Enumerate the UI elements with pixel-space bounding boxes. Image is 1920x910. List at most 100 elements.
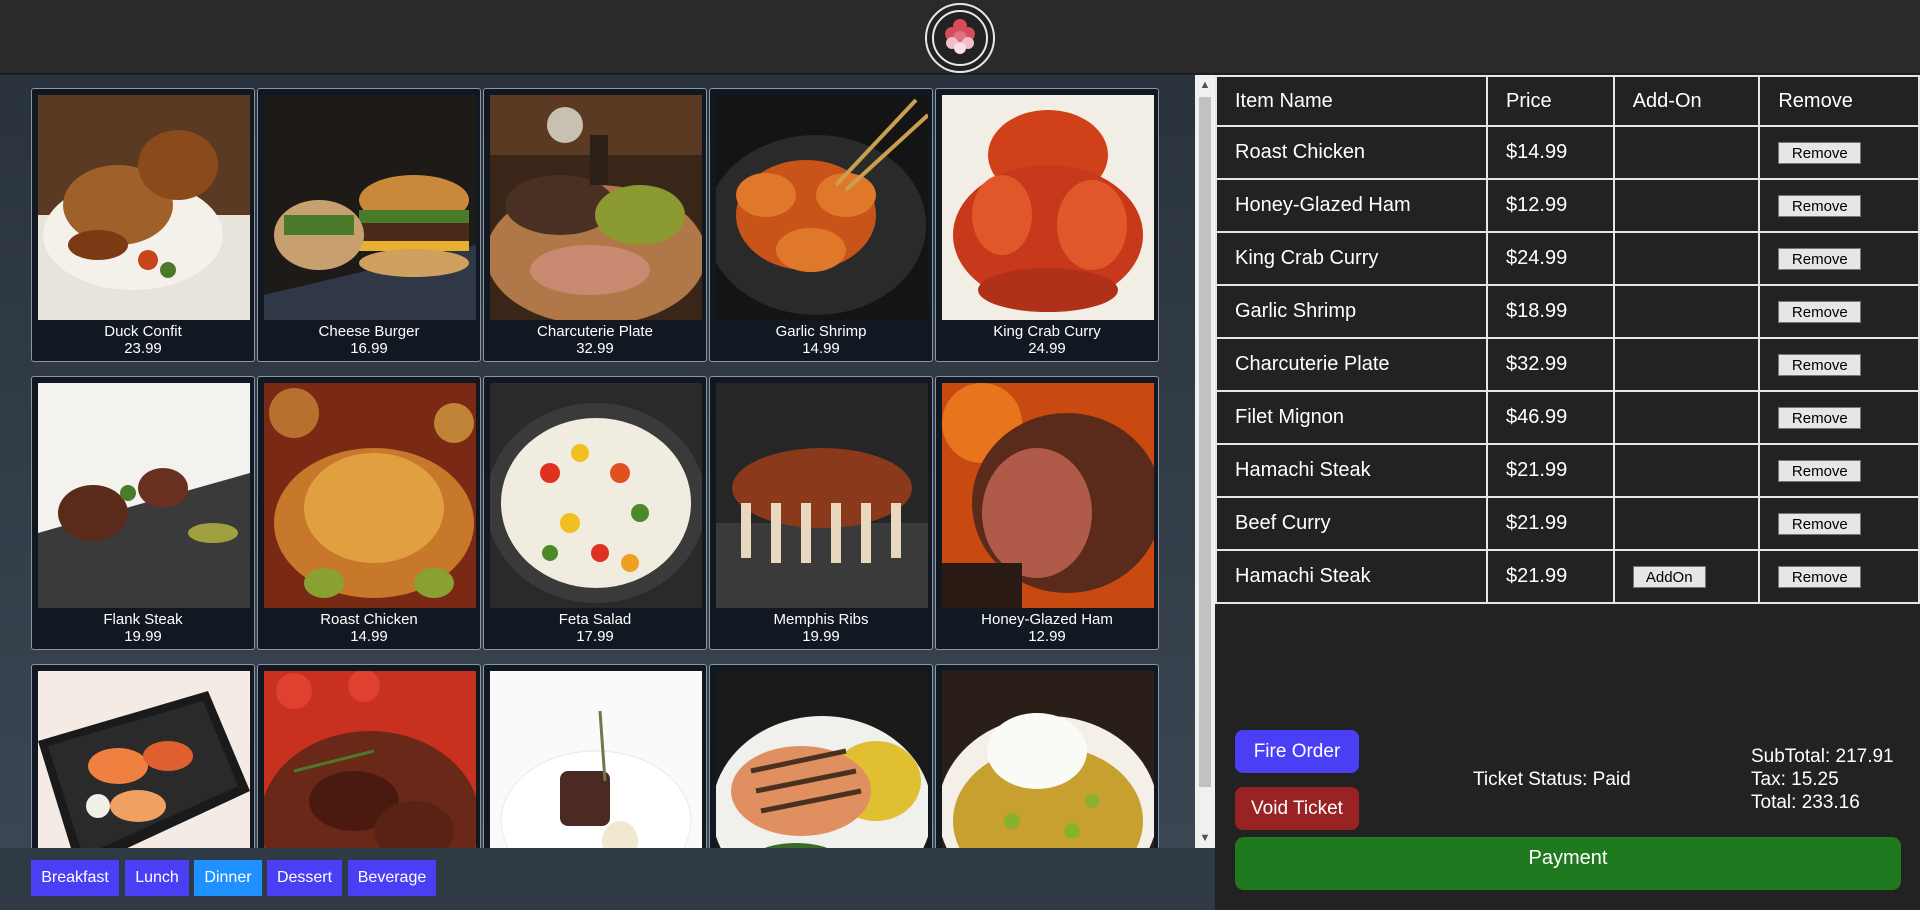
menu-item-price: 14.99 xyxy=(350,628,388,645)
header-addon: Add-On xyxy=(1612,75,1761,127)
menu-item-name: Charcuterie Plate xyxy=(537,323,653,340)
ticket-totals: SubTotal: 217.91 Tax: 15.25 Total: 233.1… xyxy=(1751,745,1894,814)
order-item-addon xyxy=(1612,496,1761,551)
rice-curry-photo xyxy=(942,671,1154,848)
menu-item-price: 32.99 xyxy=(576,340,614,357)
order-item-price: $46.99 xyxy=(1486,390,1615,445)
scroll-down-icon[interactable]: ▼ xyxy=(1195,828,1215,848)
menu-item-name: Cheese Burger xyxy=(318,323,420,340)
fire-order-button[interactable]: Fire Order xyxy=(1235,730,1359,773)
king-crab-curry-photo xyxy=(942,95,1154,320)
remove-button[interactable]: Remove xyxy=(1778,513,1862,536)
honey-glazed-ham-photo xyxy=(942,383,1154,608)
remove-button[interactable]: Remove xyxy=(1778,407,1862,430)
category-breakfast-button[interactable]: Breakfast xyxy=(31,860,119,896)
order-item-price: $18.99 xyxy=(1486,284,1615,339)
memphis-ribs-photo xyxy=(716,383,928,608)
order-item-name: Beef Curry xyxy=(1214,496,1489,551)
order-row: Hamachi Steak $21.99 AddOn Remove xyxy=(1214,549,1920,604)
menu-item-price: 14.99 xyxy=(802,340,840,357)
menu-item-card[interactable]: King Crab Curry 24.99 xyxy=(935,88,1159,362)
menu-item-price: 19.99 xyxy=(124,628,162,645)
menu-item-card[interactable] xyxy=(257,664,481,848)
menu-item-card[interactable] xyxy=(935,664,1159,848)
payment-button[interactable]: Payment xyxy=(1235,837,1901,890)
category-dessert-button[interactable]: Dessert xyxy=(267,860,342,896)
order-item-addon xyxy=(1612,125,1761,180)
menu-item-card[interactable]: Garlic Shrimp 14.99 xyxy=(709,88,933,362)
order-row: Charcuterie Plate $32.99 Remove xyxy=(1214,337,1920,392)
menu-item-card[interactable]: Memphis Ribs 19.99 xyxy=(709,376,933,650)
remove-button[interactable]: Remove xyxy=(1778,566,1862,589)
order-item-price: $21.99 xyxy=(1486,443,1615,498)
remove-button[interactable]: Remove xyxy=(1778,354,1862,377)
tax: Tax: 15.25 xyxy=(1751,769,1839,790)
order-item-addon xyxy=(1612,231,1761,286)
menu-panel: Duck Confit 23.99 Cheese Burger 16.99 Ch… xyxy=(0,75,1197,848)
remove-button[interactable]: Remove xyxy=(1778,248,1862,271)
header-item-name: Item Name xyxy=(1214,75,1489,127)
menu-item-card[interactable]: Roast Chicken 14.99 xyxy=(257,376,481,650)
order-table: Item Name Price Add-On Remove Roast Chic… xyxy=(1214,75,1920,604)
menu-item-card[interactable] xyxy=(483,664,707,848)
order-row: Hamachi Steak $21.99 Remove xyxy=(1214,443,1920,498)
duck-confit-photo xyxy=(38,95,250,320)
order-item-price: $14.99 xyxy=(1486,125,1615,180)
menu-item-price: 12.99 xyxy=(1028,628,1066,645)
scrollbar-thumb[interactable] xyxy=(1199,97,1211,787)
flank-steak-photo xyxy=(38,383,250,608)
menu-item-price: 17.99 xyxy=(576,628,614,645)
subtotal: SubTotal: 217.91 xyxy=(1751,746,1894,767)
menu-item-card[interactable] xyxy=(709,664,933,848)
menu-item-price: 16.99 xyxy=(350,340,388,357)
menu-item-price: 23.99 xyxy=(124,340,162,357)
menu-item-card[interactable] xyxy=(31,664,255,848)
header-remove: Remove xyxy=(1758,75,1920,127)
garlic-shrimp-photo xyxy=(716,95,928,320)
remove-button[interactable]: Remove xyxy=(1778,195,1862,218)
order-item-name: Honey-Glazed Ham xyxy=(1214,178,1489,233)
order-row: Roast Chicken $14.99 Remove xyxy=(1214,125,1920,180)
menu-item-name: Memphis Ribs xyxy=(773,611,869,628)
menu-item-name: Flank Steak xyxy=(103,611,183,628)
menu-item-card[interactable]: Feta Salad 17.99 xyxy=(483,376,707,650)
cheese-burger-photo xyxy=(264,95,476,320)
order-item-name: Hamachi Steak xyxy=(1214,443,1489,498)
order-row: King Crab Curry $24.99 Remove xyxy=(1214,231,1920,286)
order-item-addon xyxy=(1612,178,1761,233)
menu-item-card[interactable]: Cheese Burger 16.99 xyxy=(257,88,481,362)
order-item-price: $21.99 xyxy=(1486,496,1615,551)
order-item-price: $24.99 xyxy=(1486,231,1615,286)
category-dinner-button[interactable]: Dinner xyxy=(194,860,262,896)
top-bar xyxy=(0,0,1920,74)
remove-button[interactable]: Remove xyxy=(1778,460,1862,483)
order-item-name: Filet Mignon xyxy=(1214,390,1489,445)
addon-button[interactable]: AddOn xyxy=(1632,566,1706,589)
order-row: Filet Mignon $46.99 Remove xyxy=(1214,390,1920,445)
order-row: Garlic Shrimp $18.99 Remove xyxy=(1214,284,1920,339)
menu-grid: Duck Confit 23.99 Cheese Burger 16.99 Ch… xyxy=(31,88,1159,848)
total: Total: 233.16 xyxy=(1751,792,1860,813)
category-beverage-button[interactable]: Beverage xyxy=(348,860,436,896)
order-item-name: Hamachi Steak xyxy=(1214,549,1489,604)
order-row: Honey-Glazed Ham $12.99 Remove xyxy=(1214,178,1920,233)
feta-salad-photo xyxy=(490,383,702,608)
scroll-up-icon[interactable]: ▲ xyxy=(1195,75,1215,95)
hamachi-steak-photo xyxy=(716,671,928,848)
menu-item-card[interactable]: Flank Steak 19.99 xyxy=(31,376,255,650)
header-price: Price xyxy=(1486,75,1615,127)
ticket-status: Ticket Status: Paid xyxy=(1473,769,1631,790)
order-item-addon xyxy=(1612,390,1761,445)
category-lunch-button[interactable]: Lunch xyxy=(125,860,189,896)
menu-item-card[interactable]: Charcuterie Plate 32.99 xyxy=(483,88,707,362)
menu-item-card[interactable]: Duck Confit 23.99 xyxy=(31,88,255,362)
order-item-name: Charcuterie Plate xyxy=(1214,337,1489,392)
remove-button[interactable]: Remove xyxy=(1778,142,1862,165)
menu-item-name: Roast Chicken xyxy=(320,611,418,628)
void-ticket-button[interactable]: Void Ticket xyxy=(1235,787,1359,830)
order-item-addon xyxy=(1612,337,1761,392)
remove-button[interactable]: Remove xyxy=(1778,301,1862,324)
category-bar: Breakfast Lunch Dinner Dessert Beverage xyxy=(0,848,1215,910)
menu-scrollbar[interactable]: ▲ ▼ xyxy=(1195,75,1215,848)
menu-item-card[interactable]: Honey-Glazed Ham 12.99 xyxy=(935,376,1159,650)
